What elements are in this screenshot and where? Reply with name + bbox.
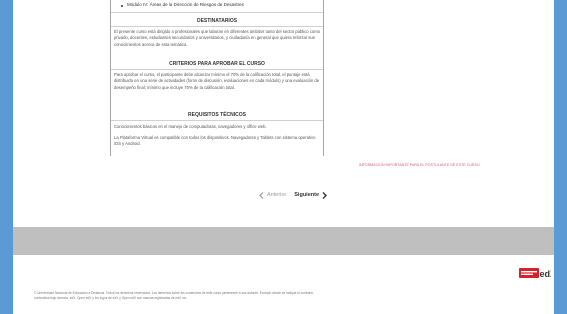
previous-button[interactable]: Anterior bbox=[259, 191, 287, 199]
pager: Anterior Siguiente bbox=[259, 189, 328, 201]
section-title-destinatarios: DESTINATARIOS bbox=[111, 16, 323, 27]
edx-logo-icon: edX bbox=[519, 268, 556, 279]
next-button[interactable]: Siguiente bbox=[294, 191, 328, 199]
section-text-requisitos-1: Conocimientos básicos en el manejo de co… bbox=[114, 124, 267, 129]
section-title-criterios: CRITERIOS PARA APROBAR EL CURSO bbox=[111, 59, 323, 70]
chevron-right-icon bbox=[322, 191, 328, 199]
chevron-left-icon bbox=[259, 191, 264, 199]
content-divider-band bbox=[13, 227, 554, 255]
module-bullet-item: Módulo IV: Áreas de la Dirección de Ries… bbox=[111, 0, 323, 13]
previous-label: Anterior bbox=[267, 192, 287, 198]
bullet-dot bbox=[121, 5, 123, 7]
course-document: Módulo IV: Áreas de la Dirección de Ries… bbox=[110, 0, 324, 156]
footer-line-2: contenidos bajo licencia. edX, Open edX … bbox=[34, 296, 188, 300]
section-text-destinatarios: El presente curso está dirigido a profes… bbox=[114, 29, 321, 47]
section-text-criterios: Para aprobar el curso, el participante d… bbox=[114, 72, 320, 90]
important-info-link[interactable]: INFORMACIÓN IMPORTANTE PARA EL POSTULANT… bbox=[359, 163, 480, 167]
edx-logo[interactable]: edX bbox=[519, 266, 556, 279]
section-text-requisitos-2: La Plataforma Virtual es compatible con … bbox=[114, 135, 316, 147]
footer-copyright: © Universidad Nacional de Educación a Di… bbox=[34, 291, 354, 301]
page-frame: Módulo IV: Áreas de la Dirección de Ries… bbox=[13, 0, 556, 314]
section-title-requisitos: REQUISITOS TÉCNICOS bbox=[111, 110, 323, 121]
next-label: Siguiente bbox=[294, 192, 320, 198]
svg-text:edX: edX bbox=[540, 269, 552, 279]
bullet-text: Módulo IV: Áreas de la Dirección de Ries… bbox=[127, 2, 244, 7]
